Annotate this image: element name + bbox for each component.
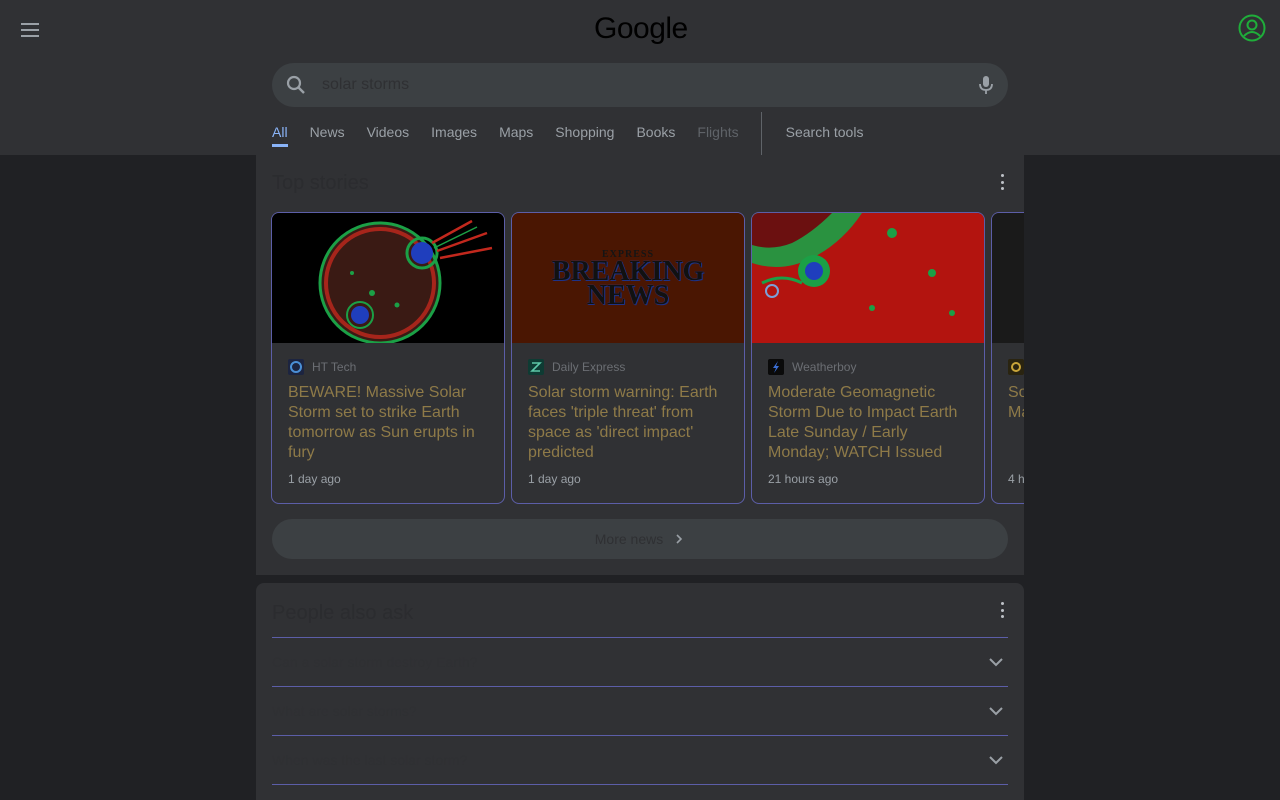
search-tabs: All News Videos Images Maps Shopping Boo… [272,112,885,155]
news-source: Daily Express [528,359,625,375]
chevron-down-icon [989,658,1003,667]
news-source-name: Daily Express [552,360,626,374]
question-item[interactable]: When was the last solar storm? [272,735,1008,784]
news-source: Weatherboy [768,359,856,375]
news-headline[interactable]: Solar storm warning: Earth faces 'triple… [528,383,732,463]
news-headline[interactable]: So Ma [1008,383,1024,423]
people-also-ask-more-icon[interactable] [998,602,1006,618]
question-label: Can a solar storm destroy Earth? [272,654,478,670]
top-stories-title: Top stories [272,172,369,194]
news-thumbnail-breaking-news: EXPRESS BREAKING NEWS [512,213,744,343]
news-thumbnail [992,213,1024,343]
weatherboy-favicon-icon [768,359,784,375]
tab-books[interactable]: Books [636,112,675,155]
more-news-label: More news [594,531,664,547]
top-bar: Google All News Videos Images Maps Shopp… [0,0,1280,155]
news-source [1008,359,1024,375]
tab-all[interactable]: All [272,112,288,155]
news-age: 4 h [1008,472,1024,486]
google-logo[interactable]: Google [594,12,688,46]
news-card[interactable]: Weatherboy Moderate Geomagnetic Storm Du… [751,212,985,504]
people-also-ask-title: People also ask [272,602,414,624]
news-card[interactable]: HT Tech BEWARE! Massive Solar Storm set … [271,212,505,504]
news-source: HT Tech [288,359,356,375]
search-box[interactable] [272,63,1008,107]
question-label: When was the last solar storm? [272,752,468,768]
top-stories-more-icon[interactable] [998,174,1006,190]
tab-videos[interactable]: Videos [367,112,410,155]
ht-tech-favicon-icon [288,359,304,375]
more-news-button[interactable]: More news [272,519,1008,559]
news-age: 1 day ago [288,472,341,486]
news-headline[interactable]: BEWARE! Massive Solar Storm set to strik… [288,383,492,463]
daily-express-favicon-icon [528,359,544,375]
tabs-divider [760,112,762,155]
chevron-right-icon [676,534,683,544]
news-age: 21 hours ago [768,472,839,486]
chevron-down-icon [989,756,1003,765]
question-divider [272,784,1008,785]
news-source-name: Weatherboy [792,360,857,374]
news-card[interactable]: EXPRESS BREAKING NEWS Daily Express Sola… [511,212,745,504]
news-source-name: HT Tech [312,360,357,374]
tab-images[interactable]: Images [431,112,477,155]
news-thumbnail-solar-surface [752,213,984,343]
chevron-down-icon [989,707,1003,716]
microphone-icon[interactable] [974,73,998,97]
news-carousel[interactable]: HT Tech BEWARE! Massive Solar Storm set … [271,212,1024,504]
question-item[interactable]: Can a solar storm destroy Earth? [272,637,1008,686]
tab-maps[interactable]: Maps [499,112,533,155]
menu-icon[interactable] [16,16,44,44]
search-tools-button[interactable]: Search tools [786,112,864,155]
tab-shopping[interactable]: Shopping [555,112,614,155]
search-input[interactable] [322,73,962,97]
news-age: 1 day ago [528,472,581,486]
news-headline[interactable]: Moderate Geomagnetic Storm Due to Impact… [768,383,972,463]
question-label: What are solar storms? [272,703,417,719]
top-stories-section: Top stories HT Tech BEWARE! Massive Sola… [256,155,1024,575]
tab-news[interactable]: News [310,112,345,155]
tab-flights[interactable]: Flights [697,112,738,155]
account-avatar-icon[interactable] [1237,13,1267,43]
news-source-favicon-icon [1008,359,1024,375]
search-icon[interactable] [284,73,308,97]
question-item[interactable]: What are solar storms? [272,686,1008,735]
news-card[interactable]: So Ma 4 h [991,212,1024,504]
news-thumbnail-sun [272,213,504,343]
people-also-ask-section: People also ask Can a solar storm destro… [256,583,1024,800]
